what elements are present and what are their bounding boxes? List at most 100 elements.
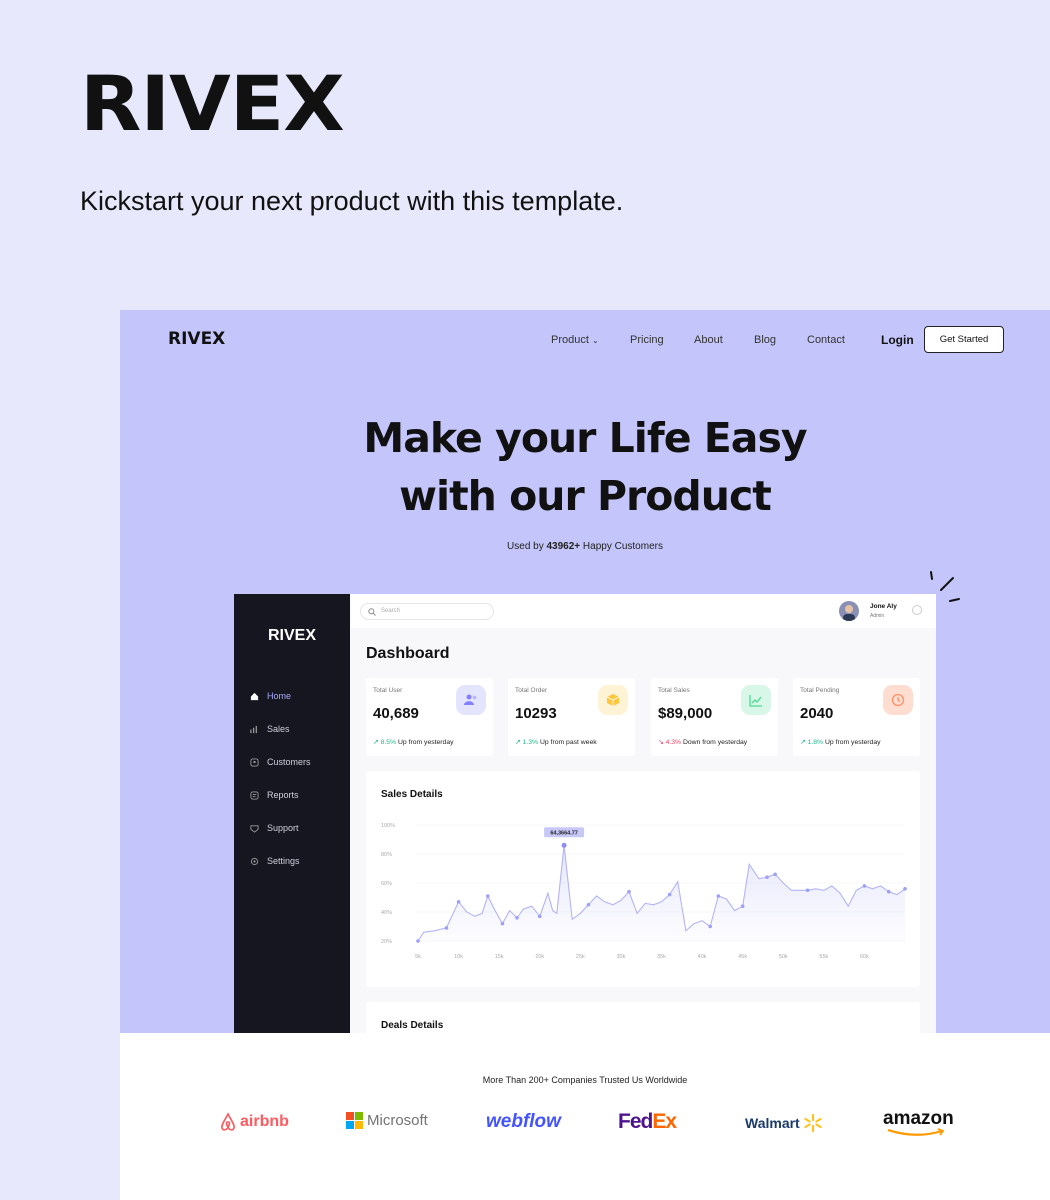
x-tick-label: 25k [576, 954, 585, 960]
stat-card-total-order: Total Order 10293 ↗ 1.3% Up from past we… [508, 678, 635, 756]
data-point [586, 902, 591, 907]
support-icon [250, 824, 259, 833]
x-tick-label: 15k [495, 954, 504, 960]
deals-details-title: Deals Details [381, 1020, 444, 1031]
stat-label: Total Pending [800, 687, 840, 694]
data-point [862, 884, 867, 888]
deals-details-panel: Deals Details [366, 1002, 920, 1033]
data-point [515, 916, 519, 920]
data-point [765, 875, 769, 879]
data-point [903, 887, 907, 891]
headline-line-2: with our Product [399, 472, 772, 520]
data-point [773, 872, 777, 877]
stat-card-total-sales: Total Sales $89,000 ↘ 4.3% Down from yes… [651, 678, 778, 756]
y-tick-label: 40% [381, 910, 392, 916]
partner-logo-webflow: webflow [486, 1111, 561, 1132]
stat-card-total-pending: Total Pending 2040 ↗ 1.8% Up from yester… [793, 678, 920, 756]
menu-item-customers[interactable]: Customers [250, 757, 311, 767]
partner-logo-walmart: Walmart [745, 1114, 823, 1132]
search-input[interactable]: Search [360, 603, 494, 620]
partner-logo-microsoft: Microsoft [346, 1112, 428, 1129]
amazon-smile-icon [887, 1128, 945, 1136]
stat-card-total-user: Total User 40,689 ↗ 8.5% Up from yesterd… [366, 678, 493, 756]
user-menu-chevron-icon[interactable] [912, 605, 922, 615]
stat-trend: ↘ 4.3% Down from yesterday [658, 739, 748, 746]
menu-item-support[interactable]: Support [250, 823, 299, 833]
stat-value: 2040 [800, 705, 834, 722]
microsoft-icon [346, 1112, 363, 1129]
y-tick-label: 20% [381, 939, 392, 945]
x-tick-label: 45k [738, 954, 747, 960]
dashboard-logo: RIVEX [267, 627, 316, 644]
x-tick-label: 35k [657, 954, 666, 960]
gear-icon [250, 857, 259, 865]
used-by-text: Used by 43962+ Happy Customers [507, 541, 663, 552]
box-icon [598, 685, 628, 715]
menu-item-reports[interactable]: Reports [250, 790, 299, 800]
highlight-label: 64,3664.77 [550, 830, 578, 836]
x-tick-label: 10k [454, 954, 463, 960]
login-link[interactable]: Login [881, 333, 914, 347]
search-icon [368, 608, 376, 616]
y-tick-label: 60% [381, 881, 392, 887]
x-tick-label: 50k [779, 954, 788, 960]
sales-details-panel: Sales Details 20% 40% 60% 80% 100% 5k 10k 15k 20… [366, 771, 920, 987]
stat-value: 10293 [515, 705, 557, 722]
sales-chart: 20% 40% 60% 80% 100% 5k 10k 15k 20k 25k 30k 35k 40k 4… [381, 823, 907, 960]
brand-logo: RIVEX [80, 59, 345, 148]
trusted-text: More Than 200+ Companies Trusted Us Worl… [482, 1075, 688, 1085]
y-tick-label: 80% [381, 852, 392, 858]
menu-item-home[interactable]: Home [250, 691, 291, 701]
x-tick-label: 5k [415, 954, 421, 960]
airbnb-icon [221, 1112, 235, 1131]
avatar[interactable] [839, 601, 859, 621]
stat-label: Total User [373, 687, 403, 694]
data-point [456, 900, 461, 904]
stat-value: 40,689 [373, 705, 419, 722]
walmart-spark-icon [804, 1114, 822, 1132]
x-tick-label: 20k [535, 954, 544, 960]
data-point [500, 921, 505, 926]
nav-blog[interactable]: Blog [754, 334, 776, 346]
data-point [805, 888, 810, 893]
dashboard-sidebar: RIVEX Home Sales Customers Reports Suppo… [234, 594, 350, 1033]
highlight-point [561, 842, 567, 848]
nav-pricing[interactable]: Pricing [630, 334, 664, 346]
data-point [740, 904, 745, 908]
menu-item-settings[interactable]: Settings [250, 856, 300, 866]
x-tick-label: 60k [860, 954, 869, 960]
bar-chart-icon [250, 725, 257, 733]
stat-trend: ↗ 8.5% Up from yesterday [373, 739, 454, 746]
dashboard-preview: RIVEX Home Sales Customers Reports Suppo… [234, 594, 936, 1033]
nav-product[interactable]: Product ⌄ [551, 334, 599, 346]
menu-item-sales[interactable]: Sales [250, 724, 290, 734]
report-icon [250, 790, 259, 800]
stat-trend: ↗ 1.3% Up from past week [515, 739, 597, 746]
data-point [667, 892, 672, 897]
chevron-down-icon: ⌄ [591, 336, 599, 345]
x-tick-label: 30k [616, 954, 625, 960]
dashboard-topbar: Search Jone Aly Admin [351, 594, 936, 628]
data-point [486, 894, 490, 898]
history-icon [883, 685, 913, 715]
site-logo[interactable]: RIVEX [168, 329, 225, 349]
user-role: Admin [870, 613, 885, 619]
data-point [716, 894, 721, 898]
partner-logo-fedex: FedEx [618, 1110, 677, 1133]
user-icon [250, 757, 259, 767]
stat-value: $89,000 [658, 705, 713, 722]
stat-label: Total Sales [658, 687, 690, 694]
headline-line-1: Make your Life Easy [363, 414, 807, 462]
nav-contact[interactable]: Contact [807, 334, 845, 346]
partner-logo-airbnb: airbnb [219, 1112, 289, 1132]
stat-trend: ↗ 1.8% Up from yesterday [800, 739, 881, 746]
nav-about[interactable]: About [694, 334, 723, 346]
users-icon [456, 685, 486, 715]
data-point [627, 889, 631, 894]
x-tick-label: 55k [819, 954, 828, 960]
series-area [418, 845, 905, 941]
get-started-button[interactable]: Get Started [924, 326, 1004, 353]
stat-label: Total Order [515, 687, 548, 694]
line-chart-icon [741, 685, 771, 715]
y-tick-label: 100% [381, 823, 395, 829]
